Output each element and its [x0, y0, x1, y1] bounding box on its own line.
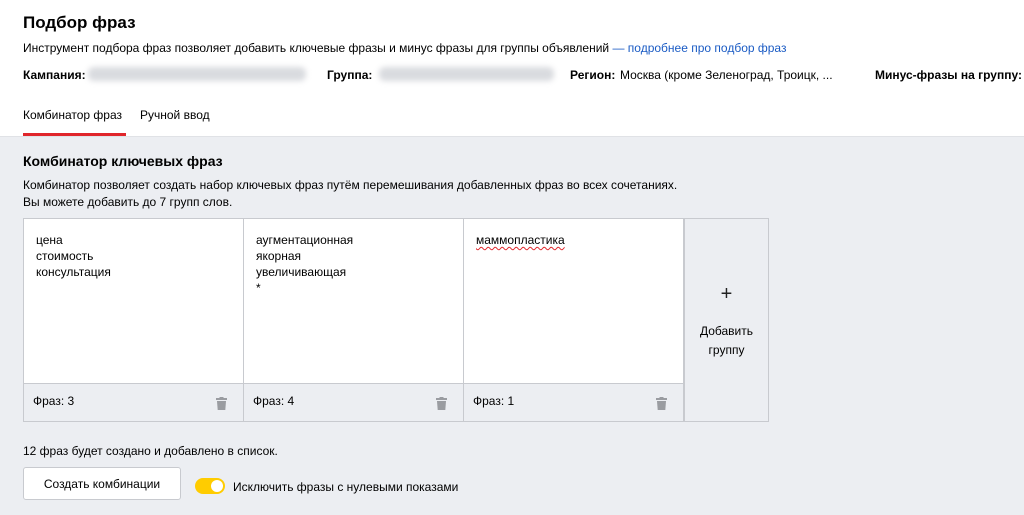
page-description: Инструмент подбора фраз позволяет добави… — [23, 41, 786, 55]
exclude-zero-label[interactable]: Исключить фразы с нулевыми показами — [233, 480, 458, 494]
group-label: Группа: — [327, 68, 373, 82]
tab-manual-input[interactable]: Ручной ввод — [140, 108, 210, 122]
header-panel: Подбор фраз Инструмент подбора фраз позв… — [0, 0, 1024, 137]
combination-summary: 12 фраз будет создано и добавлено в спис… — [23, 444, 278, 458]
group-value-redacted — [379, 67, 554, 81]
phrase-group-footer: Фраз: 4 — [244, 383, 463, 421]
phrase-group-2[interactable]: аугментационная якорная увеличивающая * … — [243, 218, 464, 422]
plus-icon: + — [720, 283, 733, 305]
trash-icon[interactable] — [656, 397, 667, 410]
phrase-group-footer: Фраз: 3 — [24, 383, 243, 421]
phrase-group-footer: Фраз: 1 — [464, 383, 683, 421]
section-limit-note: Вы можете добавить до 7 групп слов. — [23, 195, 233, 209]
phrase-group-textarea[interactable]: цена стоимость консультация — [36, 232, 111, 280]
page-title: Подбор фраз — [23, 13, 136, 32]
phrase-count: Фраз: 1 — [473, 394, 515, 408]
add-group-label: Добавить группу — [699, 324, 754, 357]
trash-icon[interactable] — [216, 397, 227, 410]
region-value: Москва (кроме Зеленоград, Троицк, ... — [620, 68, 833, 82]
active-tab-indicator — [23, 133, 126, 136]
phrase-group-textarea[interactable]: аугментационная якорная увеличивающая * — [256, 232, 353, 296]
tab-combinator[interactable]: Комбинатор фраз — [23, 108, 122, 122]
toggle-knob — [211, 480, 223, 492]
phrase-count: Фраз: 4 — [253, 394, 295, 408]
campaign-value-redacted — [88, 67, 306, 81]
phrase-group-textarea[interactable]: маммопластика — [476, 232, 565, 248]
campaign-label: Кампания: — [23, 68, 86, 82]
region-label: Регион: — [570, 68, 616, 82]
more-info-link[interactable]: — подробнее про подбор фраз — [612, 41, 786, 55]
minus-phrases-label: Минус-фразы на группу: — [875, 68, 1022, 82]
section-description: Комбинатор позволяет создать набор ключе… — [23, 178, 678, 192]
description-text: Инструмент подбора фраз позволяет добави… — [23, 41, 610, 55]
trash-icon[interactable] — [436, 397, 447, 410]
create-combinations-button[interactable]: Создать комбинации — [23, 467, 181, 500]
section-title: Комбинатор ключевых фраз — [23, 153, 223, 169]
add-group-button[interactable]: + Добавить группу — [684, 218, 769, 422]
phrase-group-3[interactable]: маммопластика Фраз: 1 — [463, 218, 684, 422]
exclude-zero-toggle[interactable] — [195, 478, 225, 494]
phrase-group-1[interactable]: цена стоимость консультация Фраз: 3 — [23, 218, 244, 422]
phrase-count: Фраз: 3 — [33, 394, 75, 408]
